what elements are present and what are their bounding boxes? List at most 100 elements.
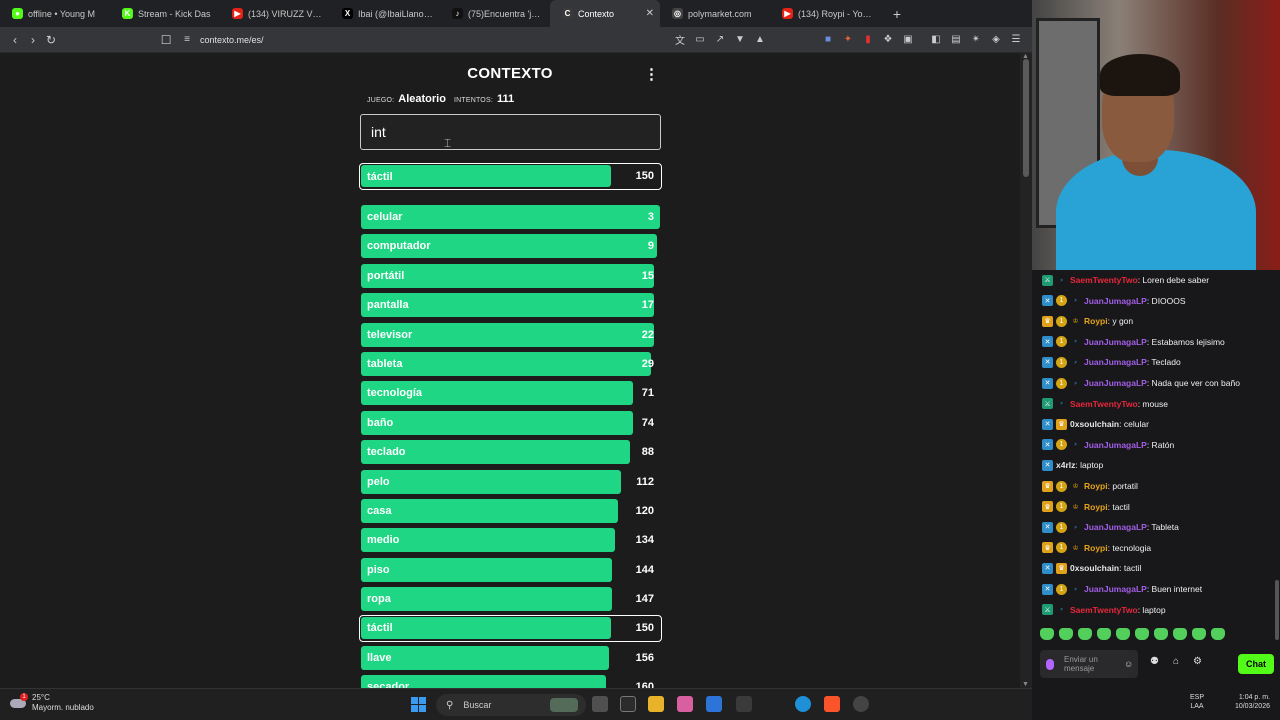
subscriber-badge-icon[interactable]: 1 — [1056, 336, 1067, 348]
chat-username[interactable]: 0xsoulchain — [1070, 419, 1119, 429]
crown-badge-icon[interactable]: ♔ — [1070, 501, 1081, 512]
gear-icon[interactable]: ⚙ — [1193, 656, 1202, 667]
sidebar-icon[interactable]: ◧ — [926, 31, 946, 49]
browser-tab[interactable]: K Stream - Kick Das — [110, 0, 220, 27]
partner-badge-icon[interactable]: ✕ — [1042, 459, 1053, 471]
vpn-icon[interactable]: ◈ — [986, 31, 1006, 49]
crown-badge-icon[interactable]: ♔ — [1070, 542, 1081, 553]
store-icon[interactable] — [706, 696, 722, 712]
task-view-icon[interactable] — [592, 696, 608, 712]
subscriber-badge-icon[interactable]: 1 — [1056, 377, 1067, 389]
kebab-menu-icon[interactable]: ⋮ — [644, 65, 659, 83]
chat-scrollbar[interactable] — [1274, 270, 1280, 650]
subscriber-badge-icon[interactable]: 1 — [1056, 295, 1067, 307]
chat-username[interactable]: Roypi — [1084, 316, 1108, 326]
partner-badge-icon[interactable]: ✕ — [1042, 521, 1053, 533]
translate-icon[interactable]: 文 — [670, 31, 690, 49]
chat-username[interactable]: JuanJumagaLP — [1084, 357, 1147, 367]
emote-icon[interactable] — [1059, 628, 1073, 640]
close-tab-icon[interactable]: ✕ — [646, 8, 654, 19]
users-icon[interactable]: ⚉ — [1150, 656, 1159, 667]
sword-badge-icon[interactable]: ⸗ — [1056, 275, 1067, 286]
sword-badge-icon[interactable]: ⸗ — [1070, 378, 1081, 389]
sword-badge-icon[interactable]: ⸗ — [1070, 584, 1081, 595]
partner-badge-icon[interactable]: ✕ — [1042, 377, 1053, 389]
browser-tab[interactable]: X Ibai (@IbaiLlanos) / X — [330, 0, 440, 27]
chat-username[interactable]: x4rlz — [1056, 460, 1075, 470]
sword-badge-icon[interactable]: ⸗ — [1070, 336, 1081, 347]
reload-icon[interactable]: ↻ — [42, 30, 60, 50]
chat-send-button[interactable]: Chat — [1238, 654, 1274, 674]
vip-badge-icon[interactable]: ♛ — [1042, 480, 1053, 492]
chat-username[interactable]: JuanJumagaLP — [1084, 337, 1147, 347]
subscriber-badge-icon[interactable]: 1 — [1056, 501, 1067, 513]
sword-badge-icon[interactable]: ⸗ — [1070, 522, 1081, 533]
microphone-icon[interactable] — [1046, 658, 1054, 670]
file-explorer-icon[interactable] — [648, 696, 664, 712]
clock[interactable]: 1:04 p. m. 10/03/2026 — [1235, 693, 1270, 711]
subscriber-badge-icon[interactable]: 1 — [1056, 542, 1067, 554]
emote-icon[interactable] — [1097, 628, 1111, 640]
chat-username[interactable]: 0xsoulchain — [1070, 563, 1119, 573]
scroll-down-icon[interactable]: ▼ — [1022, 681, 1029, 688]
partner-badge-icon[interactable]: ✕ — [1042, 439, 1053, 451]
page-scrollbar[interactable]: ▲ ▼ — [1020, 53, 1032, 688]
edge-icon[interactable] — [795, 696, 811, 712]
chat-username[interactable]: JuanJumagaLP — [1084, 440, 1147, 450]
emote-icon[interactable] — [1040, 628, 1054, 640]
sword-badge-icon[interactable]: ⸗ — [1070, 357, 1081, 368]
chat-username[interactable]: JuanJumagaLP — [1084, 584, 1147, 594]
emote-icon[interactable] — [1135, 628, 1149, 640]
subscriber-badge-icon[interactable]: 1 — [1056, 315, 1067, 327]
sword-badge-icon[interactable]: ⸗ — [1056, 398, 1067, 409]
emote-icon[interactable] — [1154, 628, 1168, 640]
terminal-icon[interactable] — [620, 696, 636, 712]
copilot-icon[interactable] — [677, 696, 693, 712]
browser-tab[interactable]: ▶ (134) VIRUZZ VS MOR — [220, 0, 330, 27]
mm-extension-icon[interactable]: ▮ — [858, 31, 878, 49]
vip-badge-icon[interactable]: ♛ — [1056, 562, 1067, 574]
sword-badge-icon[interactable]: ⸗ — [1070, 439, 1081, 450]
partner-badge-icon[interactable]: ✕ — [1042, 418, 1053, 430]
crown-badge-icon[interactable]: ♔ — [1070, 316, 1081, 327]
forward-icon[interactable]: › — [24, 30, 42, 50]
back-icon[interactable]: ‹ — [6, 30, 24, 50]
wallet-icon[interactable]: ▤ — [946, 31, 966, 49]
store-icon[interactable]: ⌂ — [1173, 656, 1179, 667]
brave-shields-icon[interactable]: ▼ — [730, 31, 750, 49]
emote-icon[interactable] — [1173, 628, 1187, 640]
emote-icon[interactable] — [1116, 628, 1130, 640]
puzzle-icon[interactable]: ❖ — [878, 31, 898, 49]
vip-badge-icon[interactable]: ♛ — [1042, 315, 1053, 327]
windows-start-icon[interactable] — [411, 697, 426, 712]
partner-badge-icon[interactable]: ✕ — [1042, 562, 1053, 574]
vip-badge-icon[interactable]: ♛ — [1056, 418, 1067, 430]
browser-tab[interactable]: ♪ (75)Encuentra 'juanm — [440, 0, 550, 27]
emote-icon[interactable] — [1078, 628, 1092, 640]
taskbar-search[interactable]: ⚲ Buscar — [436, 694, 586, 716]
moderator-badge-icon[interactable]: ⚔ — [1042, 398, 1053, 410]
chat-username[interactable]: JuanJumagaLP — [1084, 378, 1147, 388]
mail-icon[interactable] — [736, 696, 752, 712]
partner-badge-icon[interactable]: ✕ — [1042, 583, 1053, 595]
cast-icon[interactable]: ▭ — [690, 31, 710, 49]
site-settings-icon[interactable]: ≡ — [184, 34, 190, 45]
chat-input[interactable]: Enviar un mensaje ☺ — [1040, 650, 1138, 678]
partner-badge-icon[interactable]: ✕ — [1042, 295, 1053, 307]
partner-badge-icon[interactable]: ✕ — [1042, 356, 1053, 368]
crown-badge-icon[interactable]: ♔ — [1070, 481, 1081, 492]
bookmark-icon[interactable]: ☐ — [156, 30, 176, 50]
browser-tab[interactable]: ◎ polymarket.com — [660, 0, 770, 27]
screenshot-icon[interactable]: ▣ — [898, 31, 918, 49]
brave-rewards-icon[interactable]: ▲ — [750, 31, 770, 49]
chat-username[interactable]: JuanJumagaLP — [1084, 296, 1147, 306]
emoji-icon[interactable]: ☺ — [1124, 659, 1133, 669]
app-icon[interactable] — [853, 696, 869, 712]
chat-username[interactable]: Roypi — [1084, 543, 1108, 553]
subscriber-badge-icon[interactable]: 1 — [1056, 480, 1067, 492]
browser-tab[interactable]: C Contexto ✕ — [550, 0, 660, 27]
vip-badge-icon[interactable]: ♛ — [1042, 501, 1053, 513]
chat-username[interactable]: SaemTwentyTwo — [1070, 605, 1138, 615]
weather-widget[interactable]: 1 25°C Mayorm. nublado — [10, 693, 94, 713]
subscriber-badge-icon[interactable]: 1 — [1056, 521, 1067, 533]
